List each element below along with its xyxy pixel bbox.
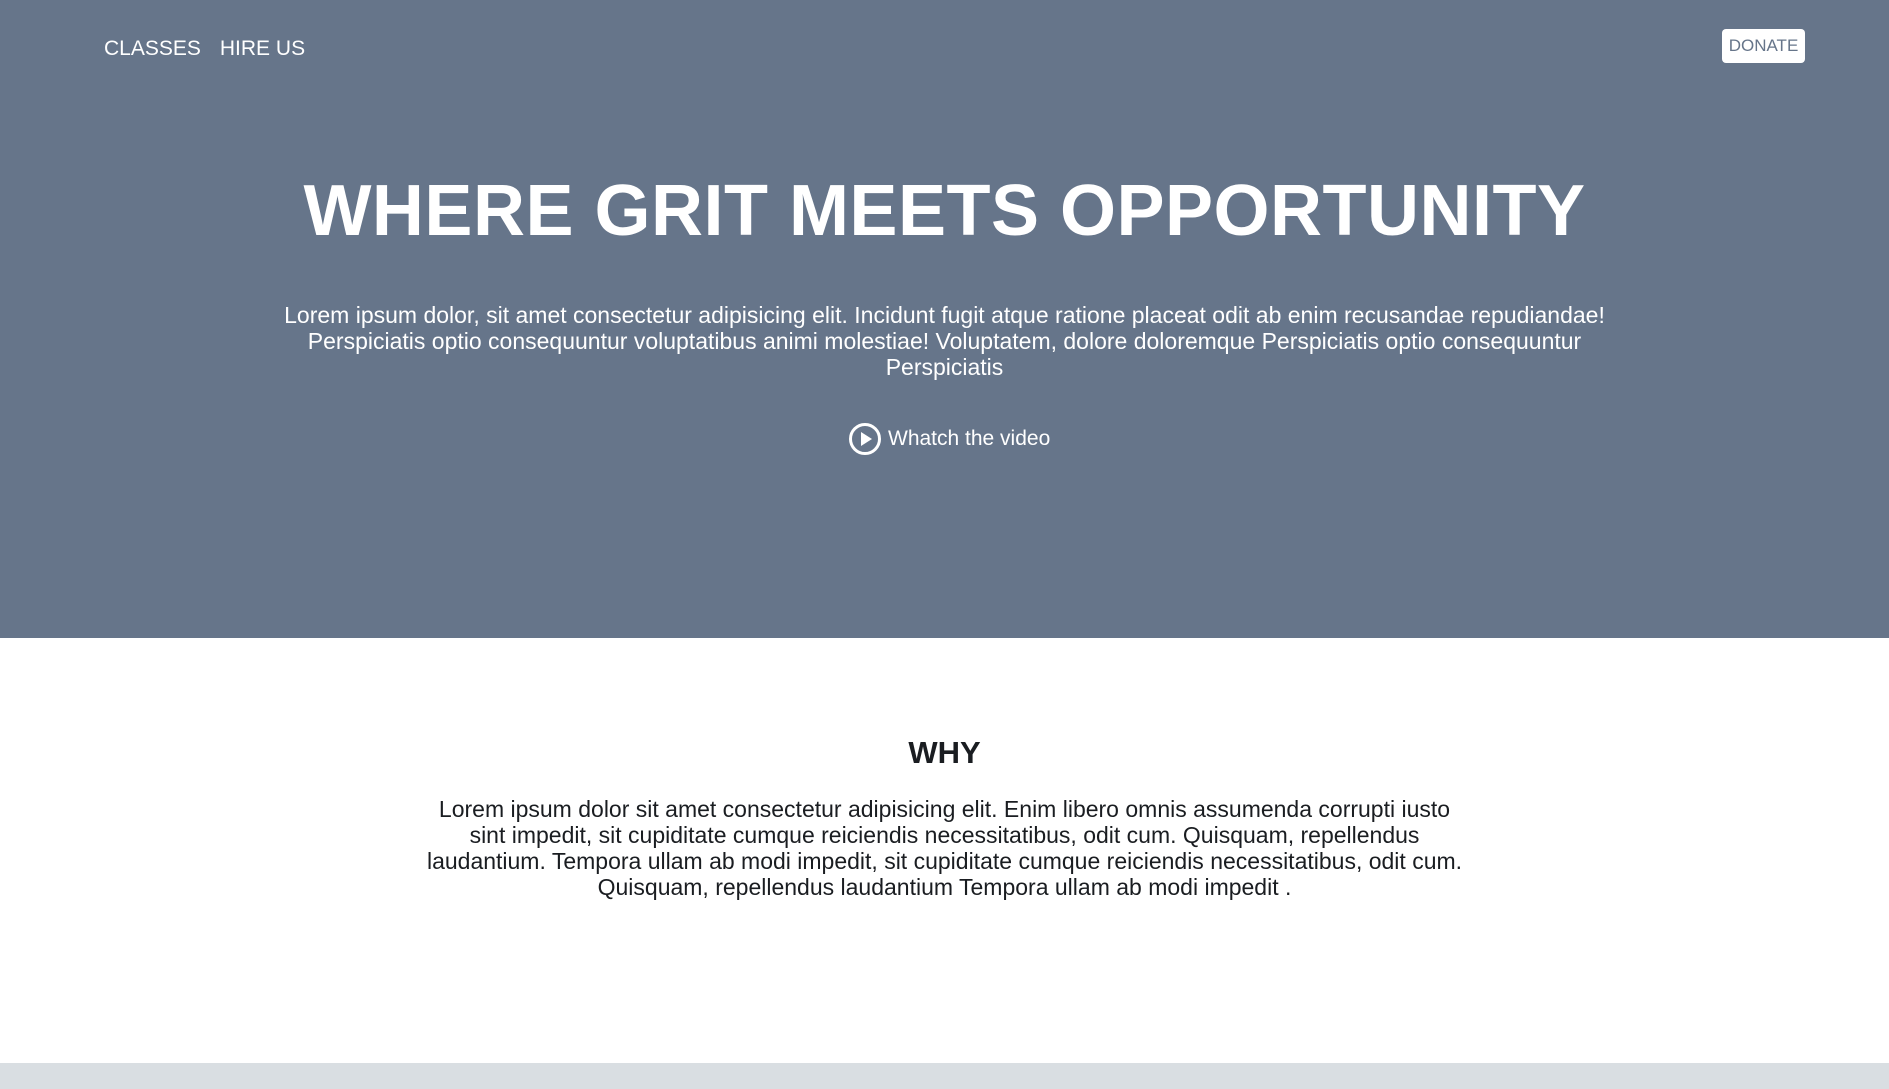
why-description: Lorem ipsum dolor sit amet consectetur a… [426,796,1463,900]
main-nav: CLASSES HIRE US [104,37,305,61]
watch-video-label: Whatch the video [888,427,1051,450]
donate-button[interactable]: DONATE [1722,29,1805,63]
nav-item-hire-us[interactable]: HIRE US [220,37,305,61]
hero-section: CLASSES HIRE US DONATE WHERE GRIT MEETS … [0,0,1889,638]
footer-strip [0,1063,1889,1089]
play-circle-icon [848,422,882,456]
hero-title: WHERE GRIT MEETS OPPORTUNITY [303,171,1586,251]
why-heading: WHY [908,735,981,770]
hero-description: Lorem ipsum dolor, sit amet consectetur … [284,302,1605,380]
watch-video-link[interactable]: Whatch the video [848,422,1050,456]
nav-item-classes[interactable]: CLASSES [104,37,201,61]
